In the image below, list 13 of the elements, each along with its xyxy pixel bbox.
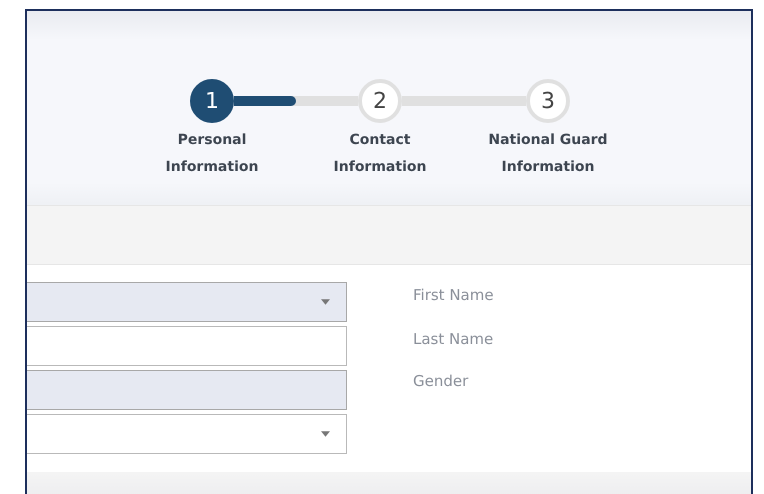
field-label: Last Name (413, 329, 494, 350)
caret-icon (321, 299, 330, 305)
step-number[interactable]: 1 (190, 79, 234, 123)
step-label: National Guard Information (487, 131, 609, 177)
field-label: First Name (413, 285, 494, 306)
step-label: Personal Information (164, 131, 260, 177)
step-number[interactable]: 2 (358, 79, 402, 123)
step-label: Contact Information (332, 131, 428, 177)
step-number[interactable]: 3 (526, 79, 570, 123)
field-label: Gender (413, 371, 470, 392)
dropdown-field[interactable] (27, 414, 347, 454)
input-field[interactable] (27, 326, 347, 366)
caret-icon (321, 431, 330, 437)
